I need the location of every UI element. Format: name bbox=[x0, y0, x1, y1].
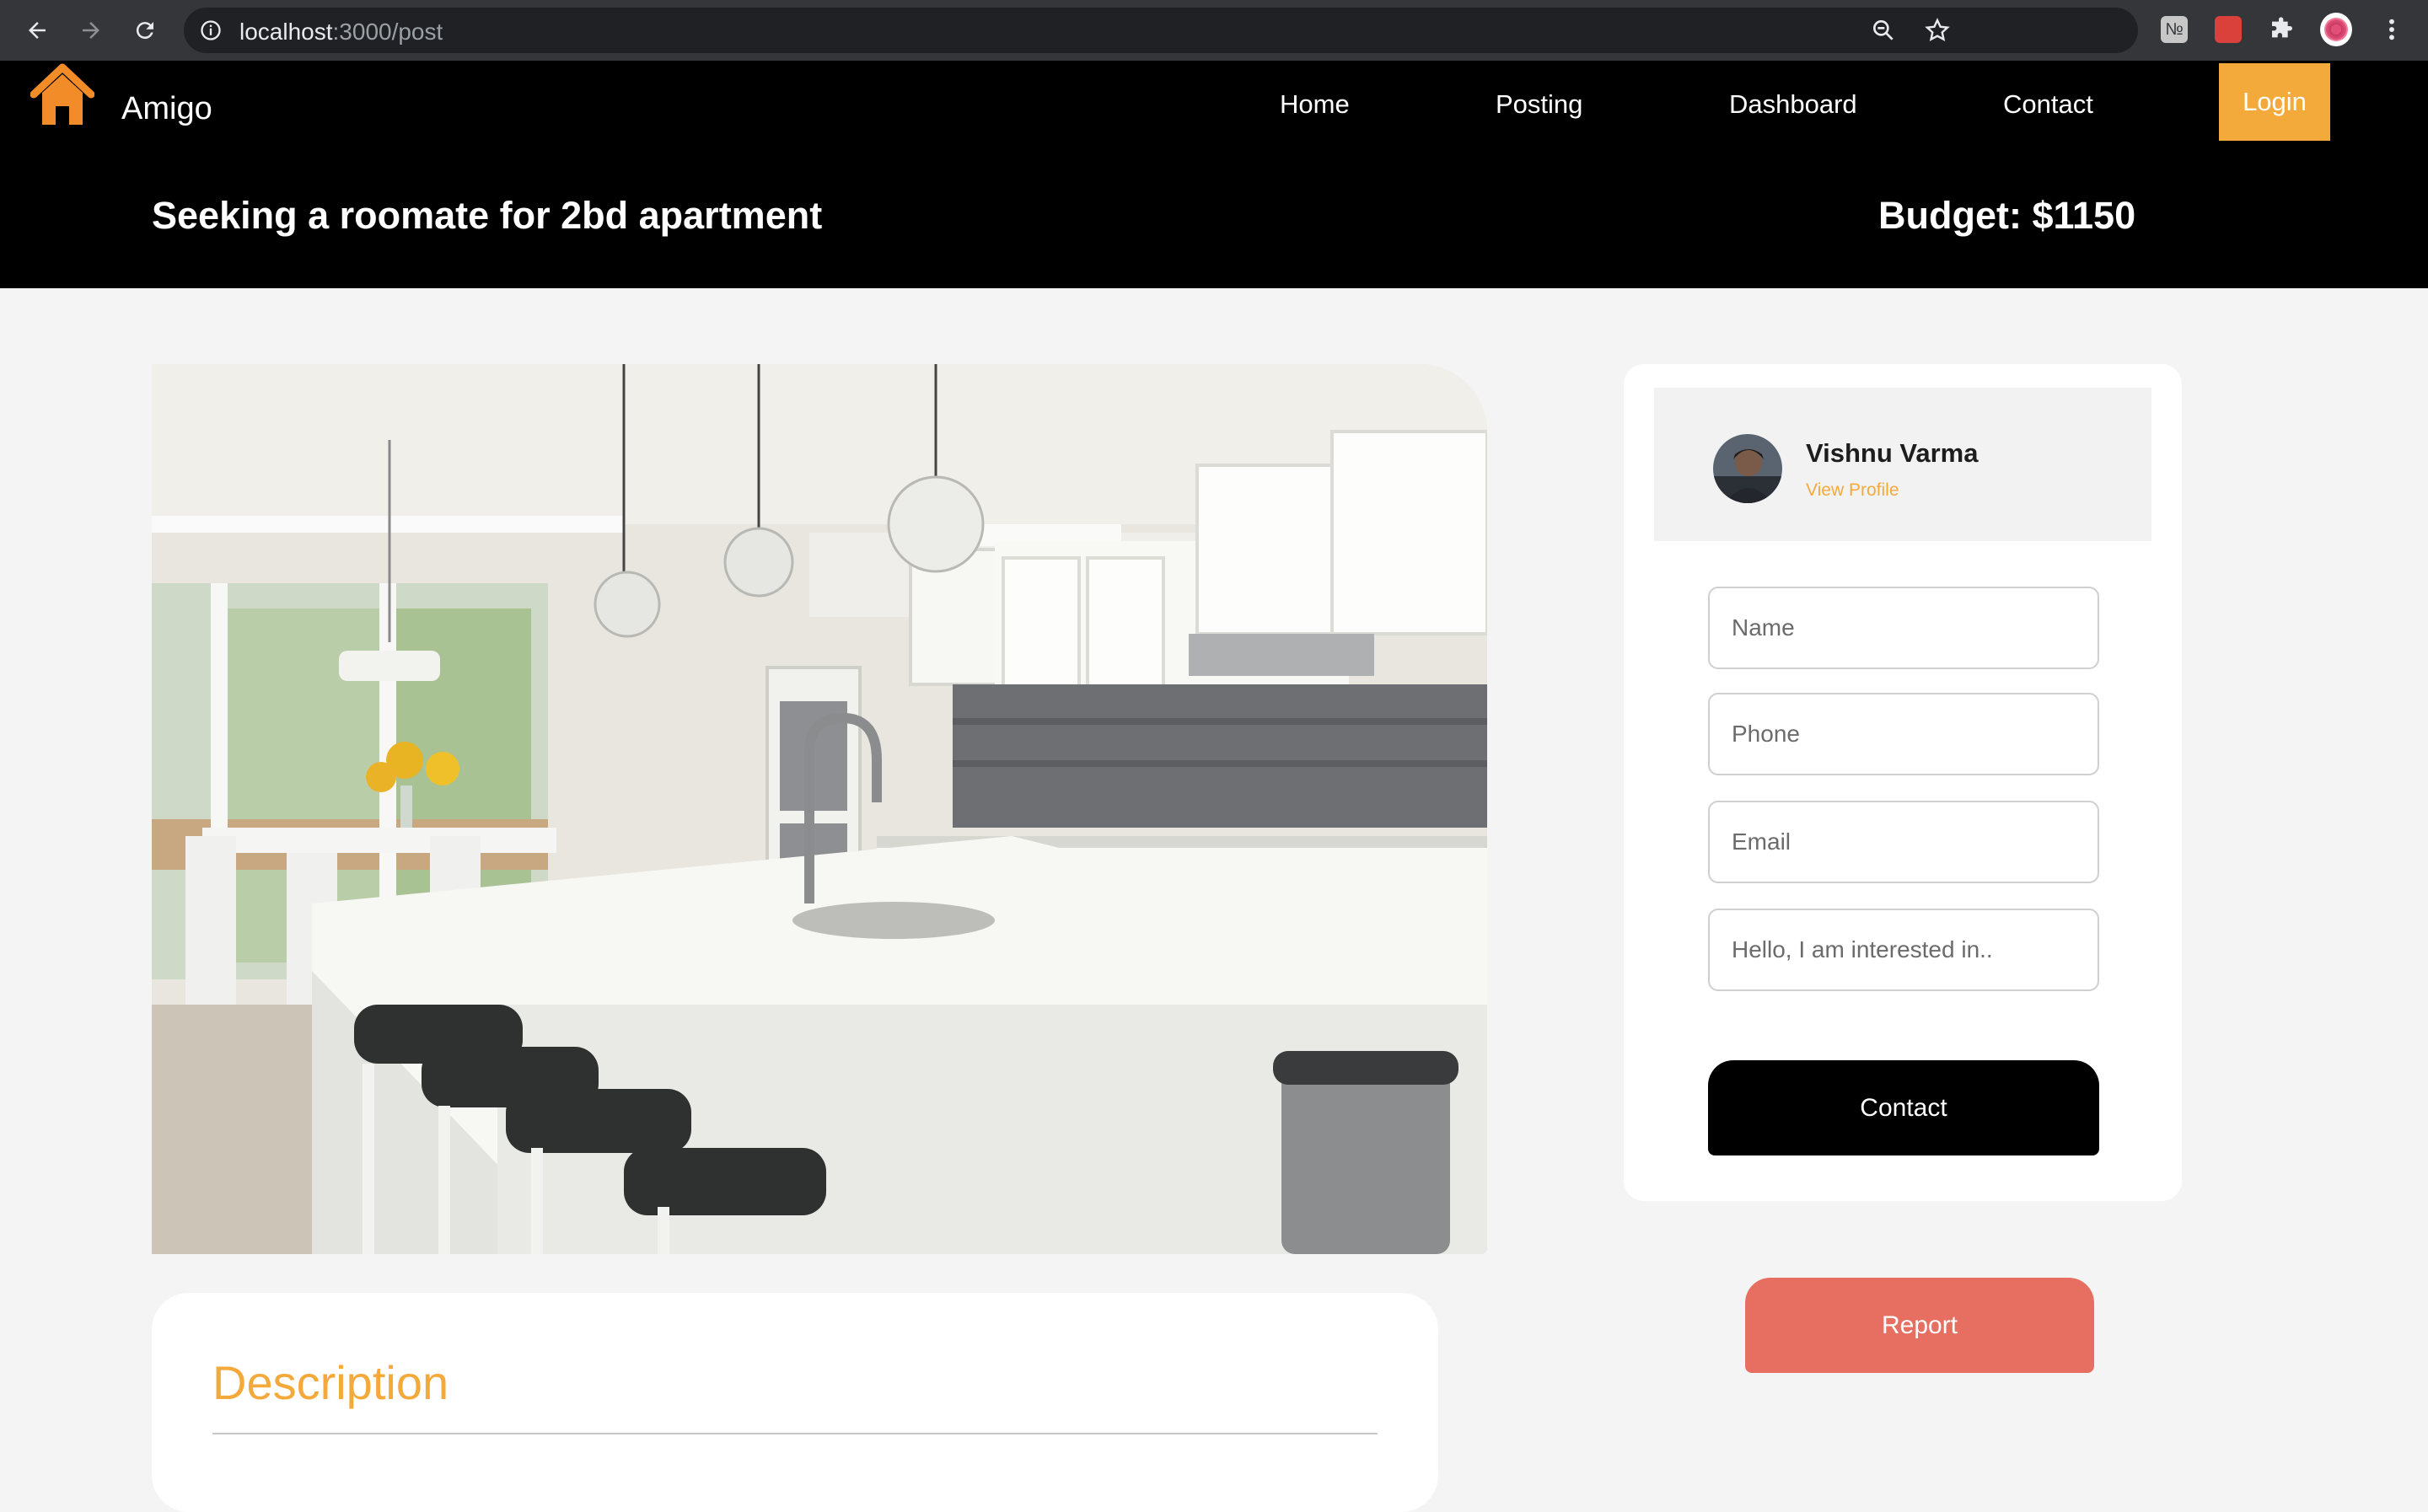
nav-home[interactable]: Home bbox=[1280, 89, 1350, 120]
nav-posting[interactable]: Posting bbox=[1496, 89, 1582, 120]
contact-button[interactable]: Contact bbox=[1708, 1060, 2099, 1155]
reload-icon[interactable] bbox=[126, 12, 164, 49]
bookmark-star-icon[interactable] bbox=[1924, 17, 1951, 48]
brand-name[interactable]: Amigo bbox=[121, 91, 212, 127]
login-button[interactable]: Login bbox=[2219, 63, 2330, 141]
profile-box: Vishnu Varma View Profile bbox=[1654, 388, 2151, 541]
view-profile-link[interactable]: View Profile bbox=[1806, 480, 1899, 501]
browser-menu-icon[interactable] bbox=[2376, 13, 2408, 46]
extension-icon[interactable]: № bbox=[2158, 13, 2190, 46]
zoom-icon[interactable] bbox=[1870, 17, 1897, 48]
address-bar[interactable]: localhost:3000/post bbox=[184, 8, 2138, 53]
description-title: Description bbox=[212, 1356, 449, 1409]
house-icon[interactable] bbox=[30, 61, 95, 131]
post-title: Seeking a roomate for 2bd apartment bbox=[152, 194, 823, 237]
description-card: Description bbox=[152, 1293, 1438, 1512]
description-divider bbox=[212, 1433, 1378, 1434]
message-input[interactable] bbox=[1708, 909, 2099, 991]
browser-toolbar: localhost:3000/post № bbox=[0, 0, 2428, 61]
url-text: localhost:3000/post bbox=[239, 19, 443, 45]
back-icon[interactable] bbox=[19, 12, 56, 49]
budget-label: Budget: $1150 bbox=[1878, 194, 2136, 237]
puzzle-icon[interactable] bbox=[2266, 13, 2298, 46]
contact-card: Vishnu Varma View Profile Contact bbox=[1624, 364, 2182, 1201]
profile-name: Vishnu Varma bbox=[1806, 438, 1979, 468]
avatar[interactable] bbox=[1713, 434, 1782, 503]
name-input[interactable] bbox=[1708, 587, 2099, 669]
nav-contact[interactable]: Contact bbox=[2003, 89, 2093, 120]
email-input[interactable] bbox=[1708, 801, 2099, 883]
site-header: Amigo Home Posting Dashboard Contact Log… bbox=[0, 61, 2428, 288]
site-info-icon[interactable] bbox=[199, 19, 223, 46]
profile-avatar-icon[interactable] bbox=[2320, 13, 2352, 46]
listing-photo bbox=[152, 364, 1487, 1254]
report-button[interactable]: Report bbox=[1745, 1278, 2094, 1373]
phone-input[interactable] bbox=[1708, 693, 2099, 775]
extension-red-icon[interactable] bbox=[2212, 13, 2244, 46]
nav-dashboard[interactable]: Dashboard bbox=[1729, 89, 1857, 120]
forward-icon[interactable] bbox=[73, 12, 110, 49]
